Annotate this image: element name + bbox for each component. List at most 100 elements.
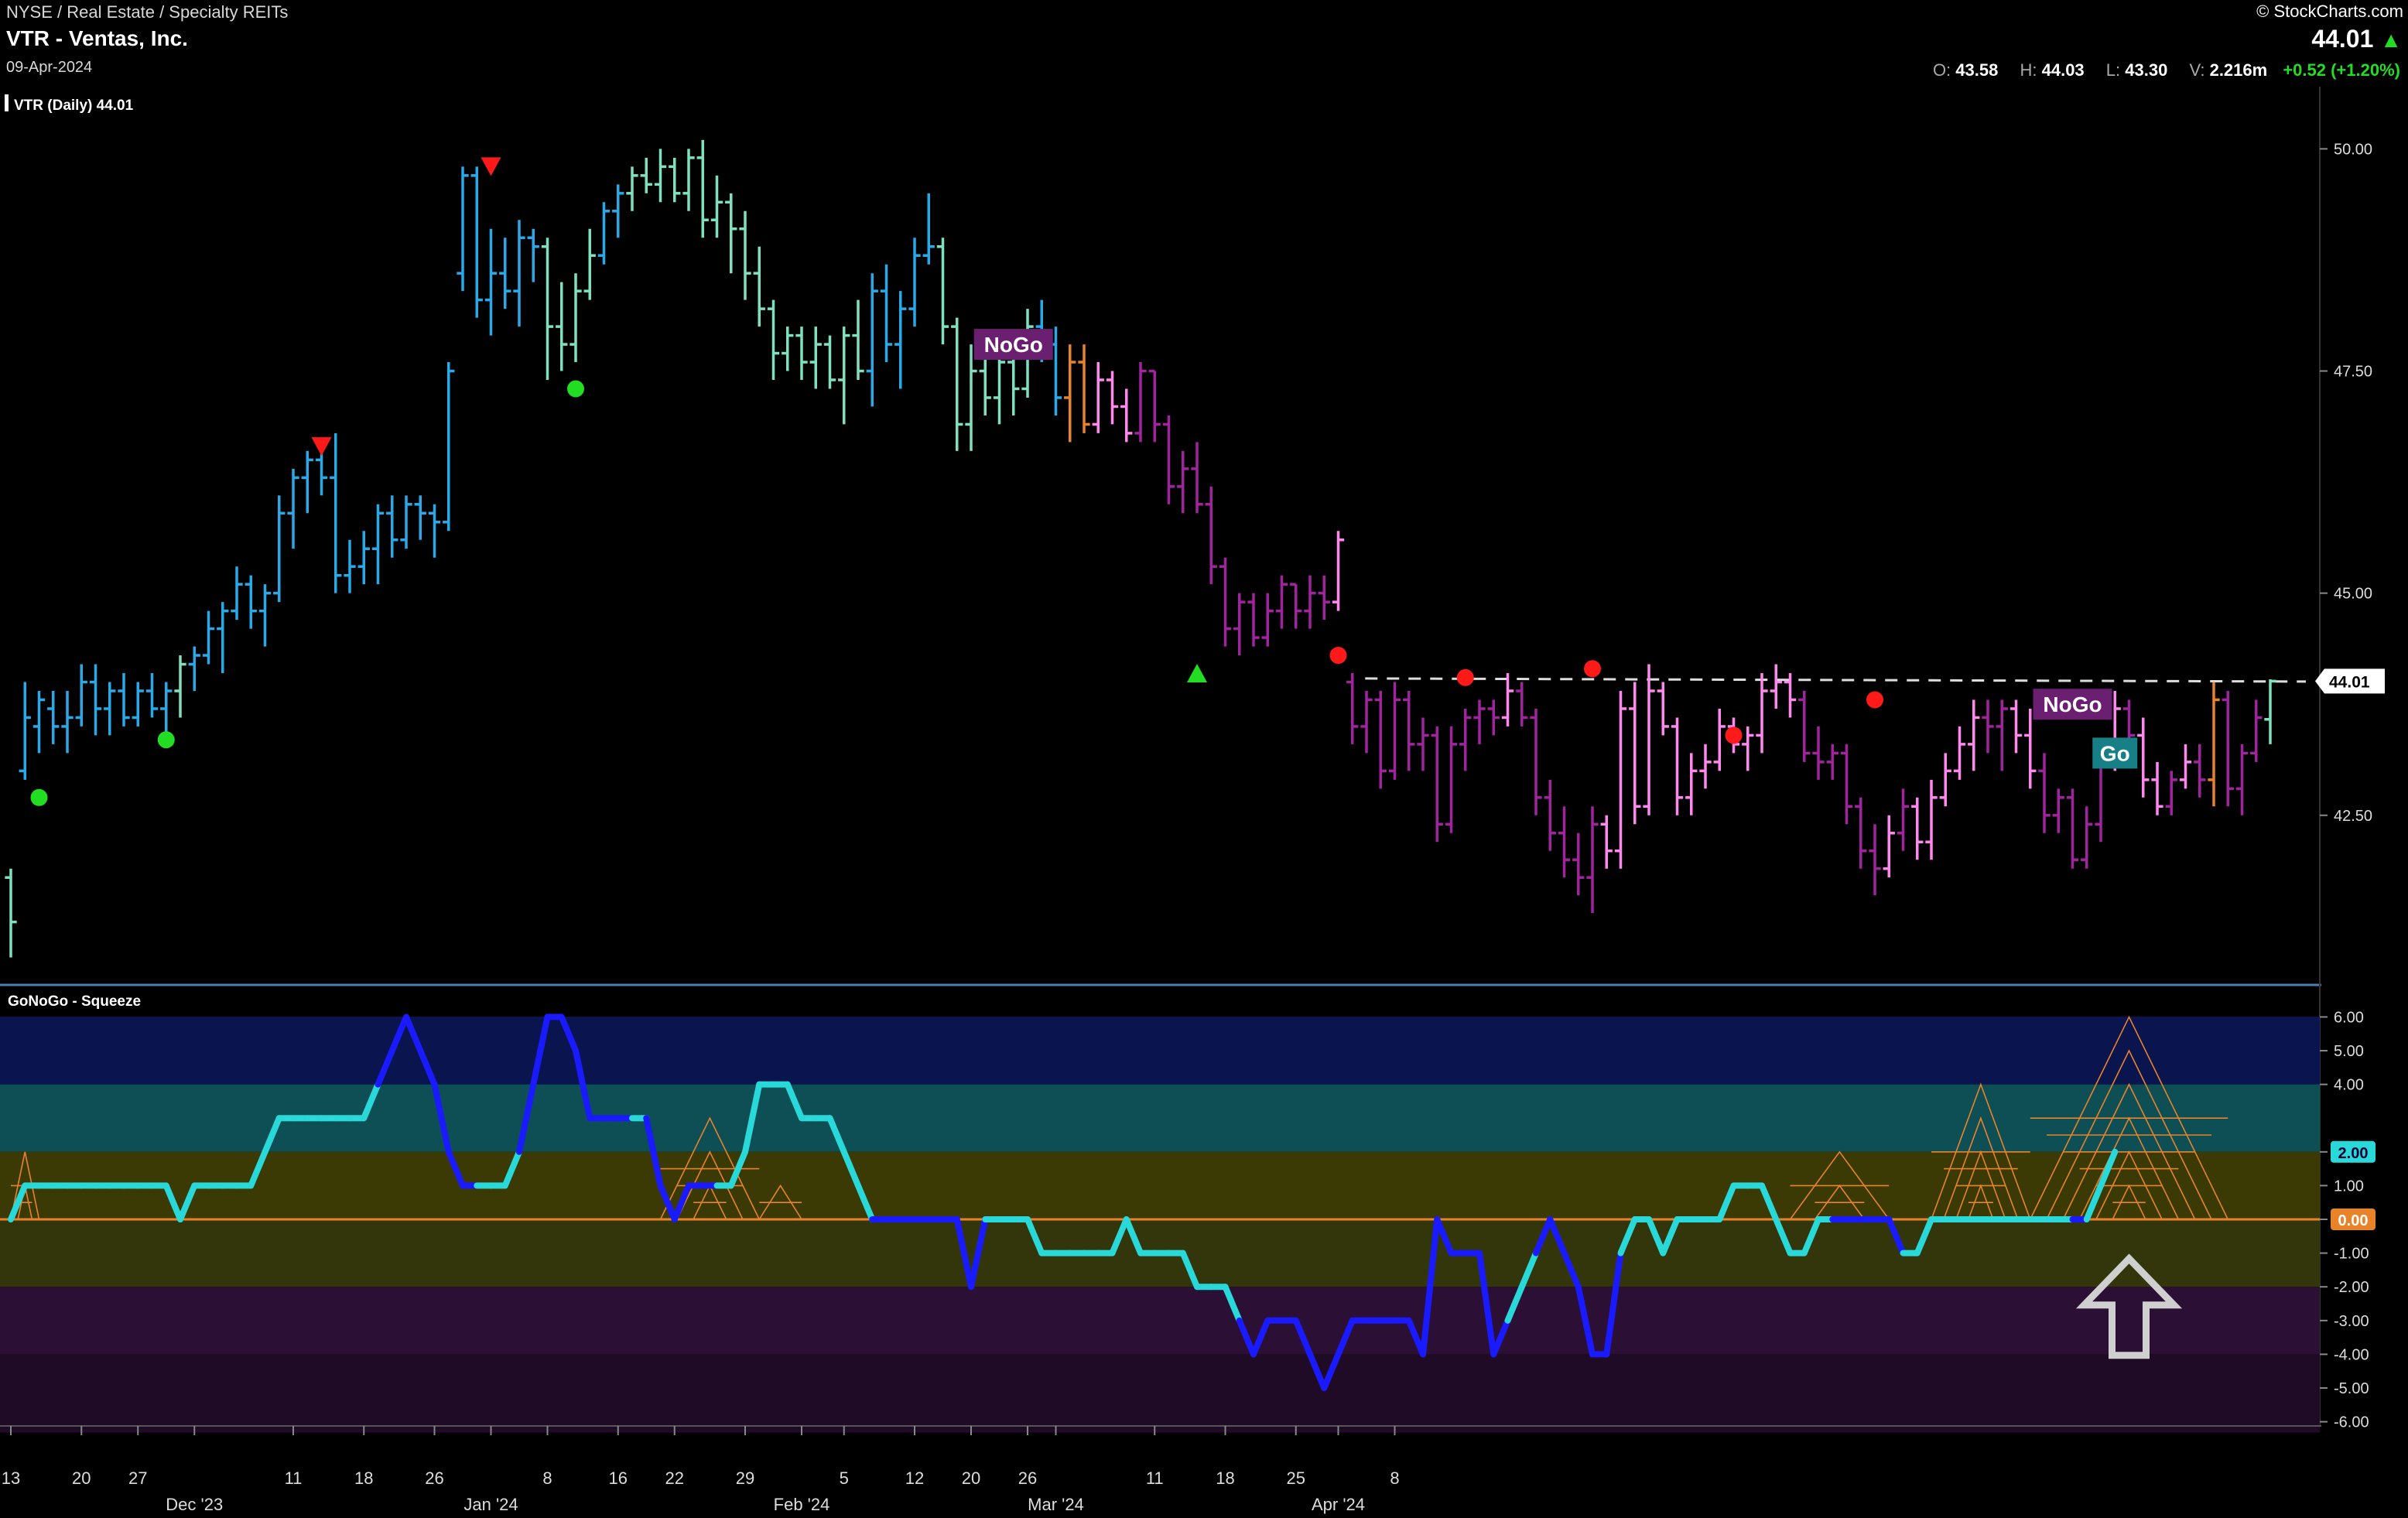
ohlc-bar — [2151, 761, 2163, 815]
ohlc-bar — [1897, 788, 1910, 851]
ohlc-bar — [231, 566, 243, 621]
ohlc-bar — [1699, 744, 1712, 789]
ohlc-bar — [1643, 664, 1655, 815]
ohlc-bar — [1459, 708, 1472, 771]
ohlc-bar — [1233, 593, 1246, 656]
ohlc-bar — [795, 327, 808, 381]
ohlc-bar — [527, 228, 539, 282]
ohlc-bar — [499, 238, 511, 309]
ohlc-bar — [2250, 699, 2263, 762]
signal-dot — [1329, 647, 1347, 665]
ohlc-bar — [894, 291, 907, 389]
ohlc-bar — [556, 282, 568, 371]
chart-svg[interactable]: VTR (Daily) 44.0150.0047.5045.0042.50NoG… — [0, 0, 2408, 1518]
ohlc-bar — [1558, 806, 1571, 878]
x-month-label: Mar '24 — [1028, 1495, 1084, 1514]
ohlc-bar — [1473, 699, 1486, 744]
ohlc-bar — [1840, 744, 1853, 825]
x-day-label: 29 — [736, 1468, 754, 1488]
oscillator-title: GoNoGo - Squeeze — [8, 993, 141, 1010]
ohlc-bar — [1177, 450, 1189, 514]
osc-y-tick-label: -4.00 — [2334, 1346, 2369, 1363]
go-label: Go — [2100, 741, 2130, 765]
signal-dot — [157, 731, 175, 749]
ohlc-bar — [1261, 593, 1274, 647]
ohlc-bar — [1304, 575, 1316, 629]
signal-dot — [567, 380, 584, 398]
osc-y-tick-label: 5.00 — [2334, 1043, 2364, 1060]
ohlc-bar — [1360, 690, 1373, 754]
ohlc-bar — [1078, 344, 1090, 433]
ohlc-bar — [951, 317, 963, 451]
ohlc-bar — [428, 504, 441, 558]
ohlc-bar — [1742, 726, 1754, 771]
ohlc-bar — [2038, 753, 2051, 833]
ohlc-bar — [809, 327, 822, 389]
ohlc-bar — [2081, 806, 2093, 869]
ohlc-bar — [1798, 690, 1811, 762]
y-tick-label: 50.00 — [2334, 141, 2372, 158]
x-day-label: 25 — [1287, 1468, 1305, 1488]
ohlc-bar — [371, 504, 385, 585]
ohlc-bar — [330, 432, 342, 593]
ohlc-bar — [1925, 779, 1938, 860]
oscillator-panel: GoNoGo - Squeeze 6.00 5.00 4.00 2.00 1.00 0.00… — [0, 993, 2376, 1433]
x-day-label: 12 — [905, 1468, 924, 1488]
ohlc-bar — [1600, 815, 1613, 869]
ohlc-bar — [1346, 673, 1359, 744]
ohlc-bar — [160, 682, 173, 736]
ohlc-bar — [1275, 575, 1288, 629]
ohlc-bar — [597, 202, 611, 265]
ohlc-bar — [484, 228, 498, 336]
ohlc-bar — [682, 149, 695, 211]
ohlc-bar — [2137, 717, 2150, 798]
ohlc-bar — [132, 682, 144, 727]
ohlc-bar — [2010, 699, 2023, 754]
osc-y-tick-label: 6.00 — [2334, 1009, 2364, 1026]
osc-value-tag: 2.00 — [2338, 1145, 2369, 1162]
ohlc-bar — [1290, 583, 1302, 629]
ohlc-bar — [1883, 815, 1895, 878]
x-day-label: 8 — [542, 1468, 552, 1488]
ohlc-bar — [1953, 726, 1966, 780]
ohlc-bar — [1826, 744, 1838, 780]
ohlc-bar — [1756, 673, 1768, 754]
ohlc-bar — [541, 238, 554, 381]
ohlc-bar — [654, 149, 667, 203]
ohlc-bar — [400, 495, 412, 549]
ohlc-bar — [1516, 682, 1528, 727]
ohlc-bar — [75, 664, 87, 727]
ohlc-bar — [1148, 369, 1161, 443]
ohlc-bar — [2194, 744, 2206, 798]
ohlc-bar — [1191, 442, 1203, 514]
price-legend-label: VTR (Daily) 44.01 — [14, 97, 134, 114]
ohlc-bar — [922, 193, 935, 265]
ohlc-bar — [5, 868, 17, 958]
ohlc-bar — [1205, 486, 1217, 585]
ohlc-bar — [2165, 771, 2177, 815]
ohlc-bar — [1332, 531, 1345, 611]
triangle-down-icon — [311, 437, 332, 456]
ohlc-bar — [273, 495, 286, 603]
ohlc-bar — [753, 246, 765, 327]
ohlc-bar — [258, 584, 272, 647]
ohlc-bar — [145, 673, 159, 718]
x-day-label: 11 — [285, 1468, 303, 1488]
ohlc-bar — [315, 450, 328, 496]
ohlc-bar — [1092, 362, 1104, 433]
resistance-line — [1365, 677, 2307, 683]
ohlc-bar — [457, 166, 469, 292]
ohlc-bar — [2052, 788, 2064, 833]
x-month-label: Feb '24 — [774, 1495, 830, 1514]
ohlc-bar — [1996, 699, 2008, 771]
ohlc-bar — [1530, 708, 1542, 815]
ohlc-bar — [32, 690, 46, 754]
osc-zero-tag: 0.00 — [2338, 1212, 2369, 1229]
osc-y-tick-label: 4.00 — [2334, 1077, 2364, 1094]
ohlc-bar — [1770, 664, 1782, 709]
x-day-label: 22 — [665, 1468, 684, 1488]
x-day-label: 26 — [425, 1468, 443, 1488]
osc-y-tick-label: -5.00 — [2334, 1380, 2369, 1397]
ohlc-bar — [2235, 744, 2249, 815]
ohlc-bar — [2222, 690, 2234, 807]
